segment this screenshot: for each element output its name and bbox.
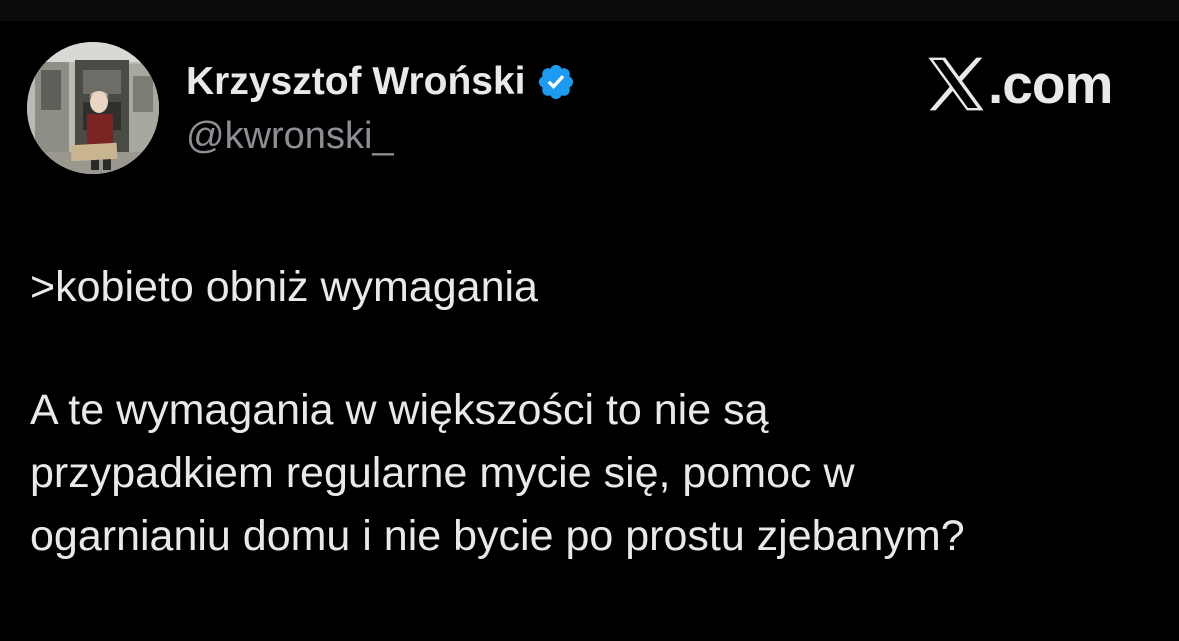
avatar[interactable] [27, 42, 159, 174]
avatar-photo-icon [27, 42, 159, 174]
tweet-text: >kobieto obniż wymagania A te wymagania … [30, 256, 1150, 568]
author-display-name[interactable]: Krzysztof Wroński [186, 58, 526, 106]
top-edge-strip [0, 0, 1179, 21]
brand-domain-text: .com [988, 53, 1113, 115]
verified-badge-icon [538, 64, 573, 100]
tweet-card: Krzysztof Wroński @kwronski_ .com >kobie… [0, 0, 1179, 641]
tweet-line: A te wymagania w większości to nie są [30, 386, 769, 434]
tweet-line: ogarnianiu domu i nie bycie po prostu zj… [30, 512, 965, 560]
brand-watermark: .com [926, 53, 1113, 115]
author-name-row: Krzysztof Wroński [186, 58, 576, 106]
author-handle[interactable]: @kwronski_ [186, 113, 394, 159]
tweet-line: >kobieto obniż wymagania [30, 263, 538, 311]
tweet-line: przypadkiem regularne mycie się, pomoc w [30, 449, 855, 497]
x-logo-icon [928, 57, 984, 111]
